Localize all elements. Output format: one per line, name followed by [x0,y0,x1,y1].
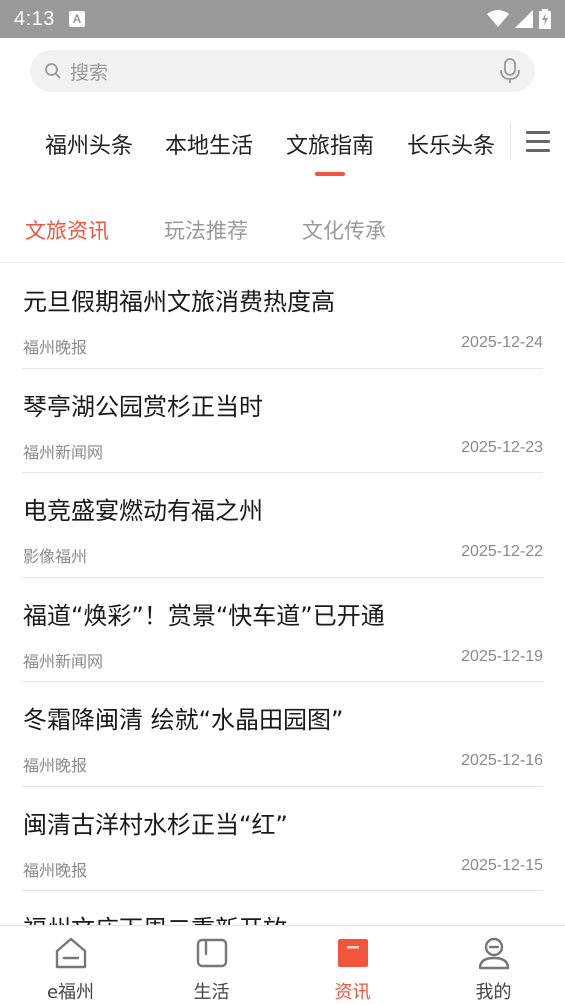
subtab-tourism-news[interactable]: 文旅资讯 [25,215,109,245]
list-item[interactable]: 闽清古洋村水杉正当“红” 福州晚报 2025-12-15 [22,787,543,891]
life-icon [196,938,227,968]
list-item[interactable]: 元旦假期福州文旅消费热度高 福州晚报 2025-12-24 [22,264,543,369]
news-source: 福州新闻网 [23,442,104,462]
bottom-nav: e福州 生活 资讯 我的 [0,925,565,1004]
news-date: 2025-12-16 [461,752,543,769]
news-source: 福州晚报 [23,860,88,880]
list-item[interactable]: 电竞盛宴燃动有福之州 影像福州 2025-12-22 [22,473,543,578]
search-input[interactable]: 搜索 [30,50,535,92]
news-date: 2025-12-23 [461,438,543,456]
status-time: 4:13 [14,7,55,30]
battery-icon [539,9,551,29]
news-title: 元旦假期福州文旅消费热度高 [23,288,335,316]
signal-icon [515,10,533,28]
nav-label: e福州 [46,982,95,1003]
news-date: 2025-12-19 [461,647,543,665]
channel-menu-icon[interactable] [526,131,550,153]
nav-label: 生活 [193,982,230,1003]
nav-label: 我的 [475,982,512,1003]
news-title: 福州文庙下周二重新开放 [23,909,287,925]
tabs-divider [510,123,511,159]
news-source: 福州新闻网 [23,651,104,671]
channel-tabs: 福州头条 本地生活 文旅指南 长乐头条 [0,118,565,178]
news-source: 福州晚报 [23,756,88,775]
news-source: 福州晚报 [23,338,88,357]
news-date: 2025-12-22 [461,543,543,560]
nav-news[interactable]: 资讯 [282,926,423,1004]
news-list: 元旦假期福州文旅消费热度高 福州晚报 2025-12-24 琴亭湖公园赏杉正当时… [0,264,565,925]
news-date: 2025-12-15 [461,856,543,874]
news-title: 电竞盛宴燃动有福之州 [23,497,263,525]
subtab-recommendations[interactable]: 玩法推荐 [164,215,248,245]
list-item[interactable]: 冬霜降闽清 绘就“水晶田园图” 福州晚报 2025-12-16 [22,682,543,787]
status-bar: 4:13 A [0,0,565,38]
nav-home[interactable]: e福州 [0,926,141,1004]
sub-tabs: 文旅资讯 玩法推荐 文化传承 [0,205,565,263]
news-date: 2025-12-24 [461,334,543,351]
profile-icon [478,937,509,970]
app-screen: 4:13 A 搜索 福州头条 本地生活 文旅指南 长乐头条 文旅资讯 玩法推荐 … [0,0,565,1004]
news-title: 福道“焕彩”！赏景“快车道”已开通 [23,601,385,630]
tab-changle-headlines[interactable]: 长乐头条 [407,128,495,160]
news-title: 冬霜降闽清 绘就“水晶田园图” [23,706,344,734]
subtab-cultural-heritage[interactable]: 文化传承 [302,215,386,245]
home-icon [55,937,86,969]
active-tab-indicator [315,172,345,176]
status-icons [487,9,551,29]
nav-label: 资讯 [334,982,371,1003]
microphone-icon[interactable] [499,58,521,84]
news-icon [337,939,368,967]
nav-profile[interactable]: 我的 [423,926,564,1004]
list-item[interactable]: 琴亭湖公园赏杉正当时 福州新闻网 2025-12-23 [22,369,543,473]
news-title: 琴亭湖公园赏杉正当时 [23,392,263,421]
news-title: 闽清古洋村水杉正当“红” [23,810,288,839]
list-item[interactable]: 福道“焕彩”！赏景“快车道”已开通 福州新闻网 2025-12-19 [22,578,543,682]
news-source: 影像福州 [23,547,88,566]
search-placeholder: 搜索 [70,61,109,84]
tab-fuzhou-headlines[interactable]: 福州头条 [45,128,133,160]
list-item[interactable]: 福州文庙下周二重新开放 [22,891,543,925]
tab-culture-tourism-guide[interactable]: 文旅指南 [286,128,374,160]
wifi-icon [487,10,509,27]
tab-local-life[interactable]: 本地生活 [165,128,253,160]
search-icon [45,63,61,79]
notification-a-icon: A [68,11,85,27]
nav-life[interactable]: 生活 [141,926,282,1004]
